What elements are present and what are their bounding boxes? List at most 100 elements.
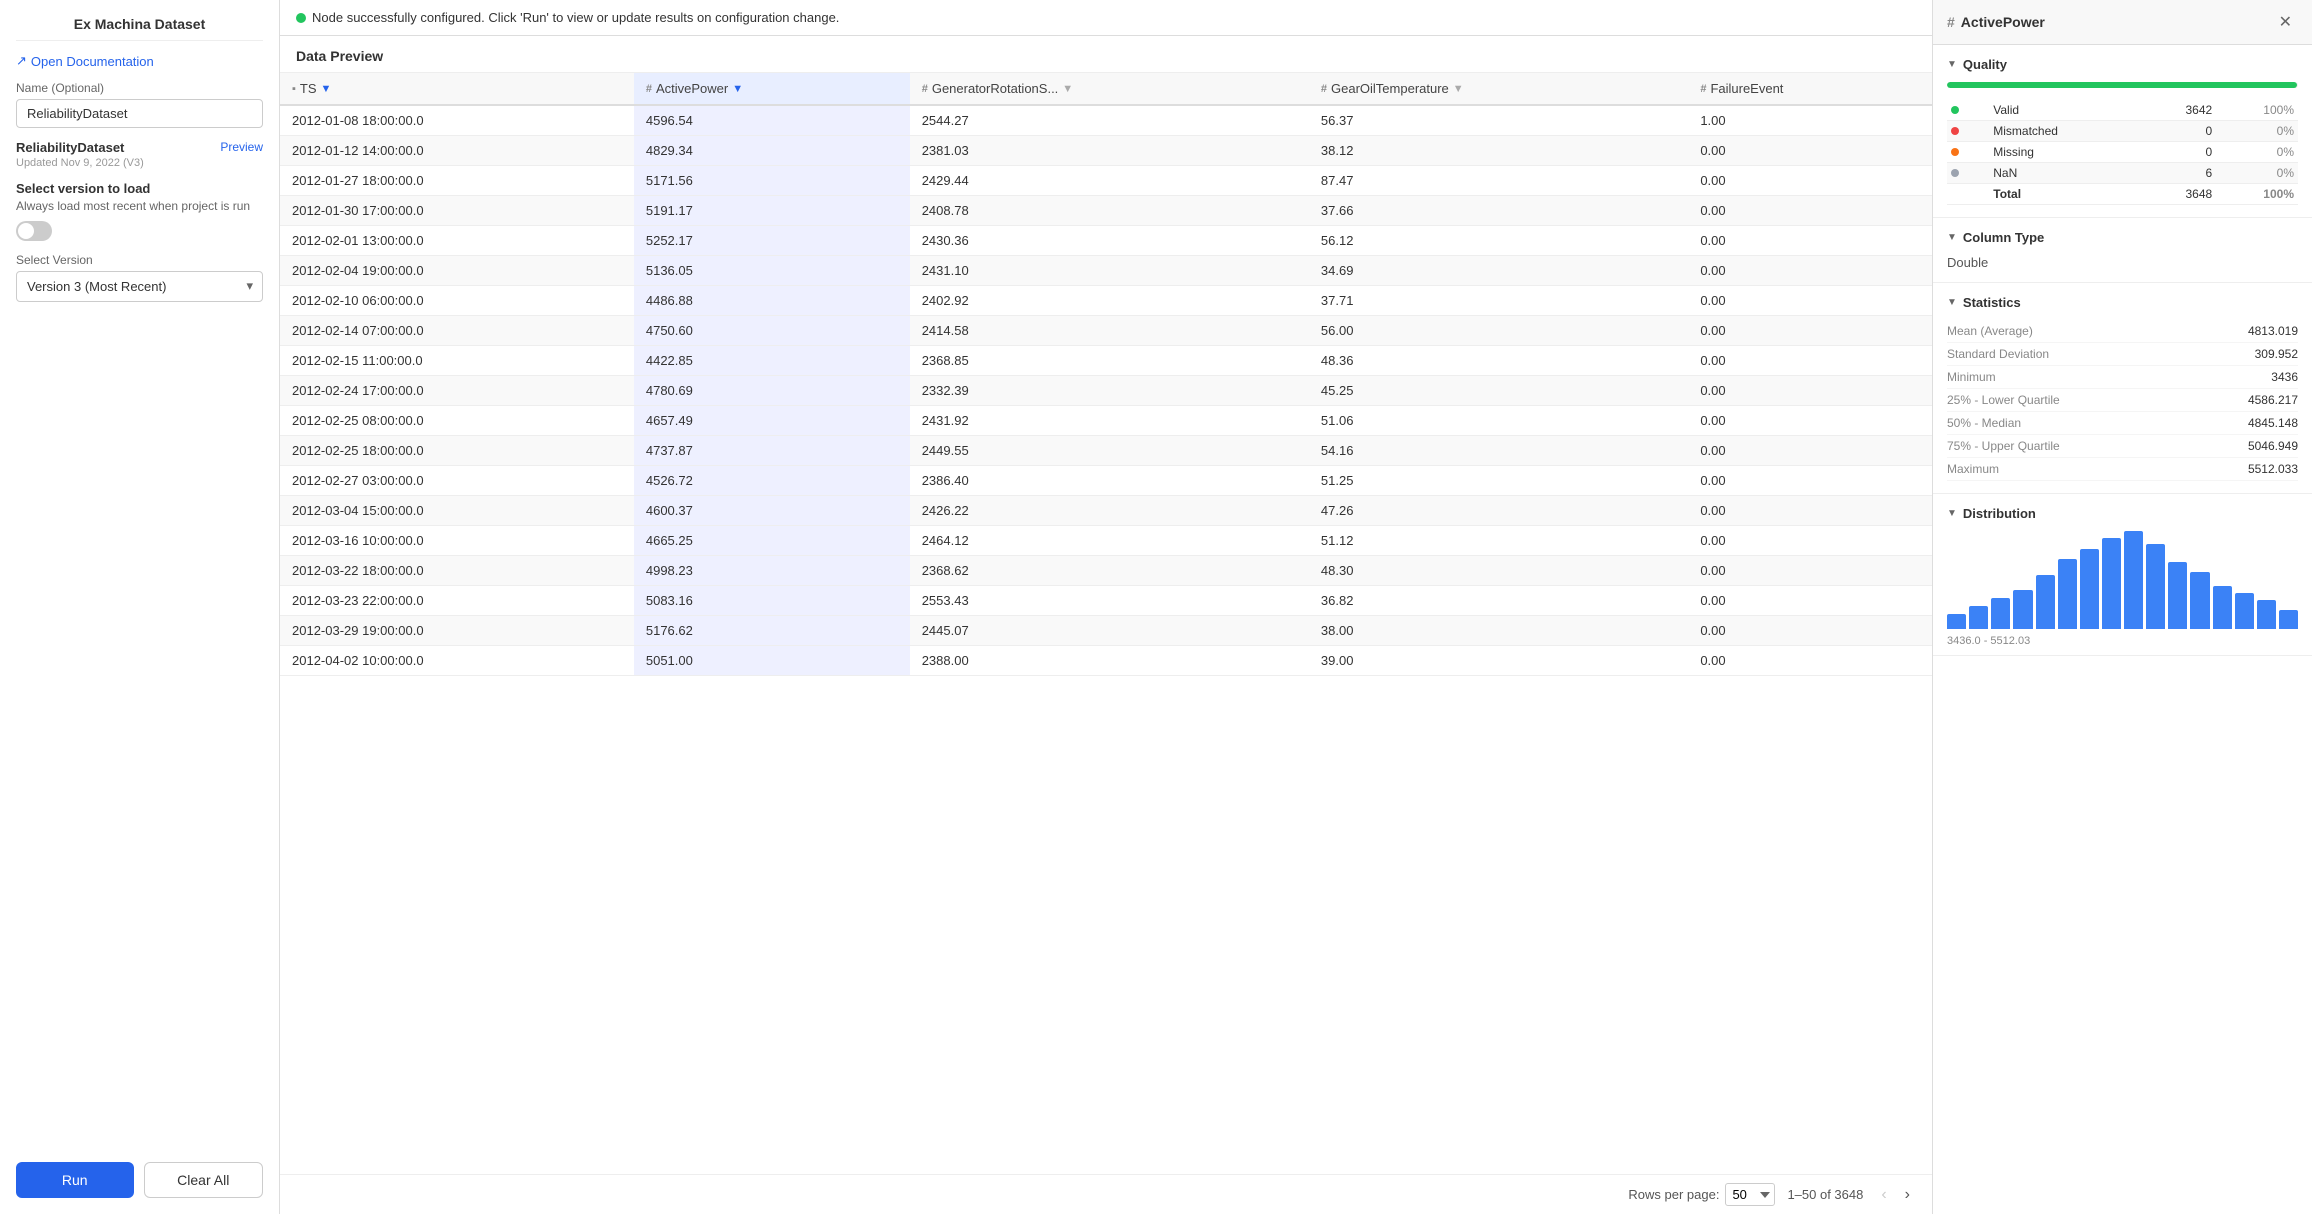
ts-type-icon: ▪ xyxy=(292,83,296,95)
stat-row: Standard Deviation 309.952 xyxy=(1947,343,2298,366)
ts-filter-icon[interactable]: ▼ xyxy=(321,83,332,95)
table-cell: 2012-03-22 18:00:00.0 xyxy=(280,556,634,586)
dist-chevron: ▼ xyxy=(1947,508,1957,519)
table-cell: 4657.49 xyxy=(634,406,910,436)
table-cell: 2012-02-24 17:00:00.0 xyxy=(280,376,634,406)
quality-label: Valid xyxy=(1989,100,2143,121)
stats-chevron: ▼ xyxy=(1947,297,1957,308)
name-input[interactable] xyxy=(16,99,263,128)
column-type-section: ▼ Column Type Double xyxy=(1933,218,2312,283)
table-cell: 5176.62 xyxy=(634,616,910,646)
table-cell: 54.16 xyxy=(1309,436,1688,466)
table-row: 2012-02-24 17:00:00.04780.692332.3945.25… xyxy=(280,376,1932,406)
col-header-ts: ▪ TS ▼ xyxy=(280,73,634,105)
column-name-title: ActivePower xyxy=(1961,14,2045,30)
col-failure-label: FailureEvent xyxy=(1710,81,1783,96)
genrot-filter-icon[interactable]: ▼ xyxy=(1062,83,1073,95)
table-cell: 2012-02-27 03:00:00.0 xyxy=(280,466,634,496)
run-button[interactable]: Run xyxy=(16,1162,134,1198)
table-cell: 2012-03-16 10:00:00.0 xyxy=(280,526,634,556)
data-preview-header: Data Preview xyxy=(280,36,1932,73)
table-wrapper[interactable]: ▪ TS ▼ # ActivePower ▼ xyxy=(280,73,1932,1174)
coltype-chevron: ▼ xyxy=(1947,232,1957,243)
table-cell: 0.00 xyxy=(1688,646,1932,676)
sidebar: Ex Machina Dataset ↗ Open Documentation … xyxy=(0,0,280,1214)
quality-total-pct: 100% xyxy=(2216,184,2298,205)
table-cell: 2429.44 xyxy=(910,166,1309,196)
distribution-section: ▼ Distribution 3436.0 - 5512.03 xyxy=(1933,494,2312,656)
col-header-gearoiltemp: # GearOilTemperature ▼ xyxy=(1309,73,1688,105)
gearoil-filter-icon[interactable]: ▼ xyxy=(1453,83,1464,95)
page-nav: ‹ › xyxy=(1875,1184,1916,1206)
quality-total-label: Total xyxy=(1989,184,2143,205)
table-cell: 2464.12 xyxy=(910,526,1309,556)
distribution-bar xyxy=(2257,600,2276,629)
table-cell: 0.00 xyxy=(1688,376,1932,406)
table-cell: 34.69 xyxy=(1309,256,1688,286)
quality-value: 0 xyxy=(2143,142,2216,163)
table-row: 2012-02-15 11:00:00.04422.852368.8548.36… xyxy=(280,346,1932,376)
table-cell: 56.00 xyxy=(1309,316,1688,346)
table-cell: 38.12 xyxy=(1309,136,1688,166)
table-cell: 4422.85 xyxy=(634,346,910,376)
clear-all-button[interactable]: Clear All xyxy=(144,1162,264,1198)
quality-label: Mismatched xyxy=(1989,121,2143,142)
table-body: 2012-01-08 18:00:00.04596.542544.2756.37… xyxy=(280,105,1932,676)
table-row: 2012-04-02 10:00:00.05051.002388.0039.00… xyxy=(280,646,1932,676)
table-cell: 2012-03-29 19:00:00.0 xyxy=(280,616,634,646)
column-type-title[interactable]: ▼ Column Type xyxy=(1947,230,2298,245)
table-cell: 2431.92 xyxy=(910,406,1309,436)
notification-text: Node successfully configured. Click 'Run… xyxy=(312,10,839,25)
table-cell: 4737.87 xyxy=(634,436,910,466)
table-row: 2012-01-08 18:00:00.04596.542544.2756.37… xyxy=(280,105,1932,136)
version-select[interactable]: Version 3 (Most Recent) Version 2 Versio… xyxy=(16,271,263,302)
toggle-container xyxy=(16,221,263,241)
table-cell: 2012-01-08 18:00:00.0 xyxy=(280,105,634,136)
col-header-activepower: # ActivePower ▼ xyxy=(634,73,910,105)
table-cell: 0.00 xyxy=(1688,526,1932,556)
distribution-bar xyxy=(2013,590,2032,629)
quality-value: 0 xyxy=(2143,121,2216,142)
toggle-switch[interactable] xyxy=(16,221,52,241)
table-row: 2012-02-27 03:00:00.04526.722386.4051.25… xyxy=(280,466,1932,496)
dataset-name-label: ReliabilityDataset xyxy=(16,140,144,155)
version-select-wrapper: Version 3 (Most Recent) Version 2 Versio… xyxy=(16,271,263,302)
distribution-bar xyxy=(2213,586,2232,629)
rows-per-page-select[interactable]: 50 100 25 xyxy=(1725,1183,1775,1206)
table-cell: 2431.10 xyxy=(910,256,1309,286)
table-cell: 56.37 xyxy=(1309,105,1688,136)
dataset-info: ReliabilityDataset Updated Nov 9, 2022 (… xyxy=(16,140,263,169)
quality-dot xyxy=(1951,169,1959,177)
rows-per-page-control: Rows per page: 50 100 25 xyxy=(1628,1183,1775,1206)
table-cell: 5136.05 xyxy=(634,256,910,286)
quality-value: 3642 xyxy=(2143,100,2216,121)
table-cell: 0.00 xyxy=(1688,436,1932,466)
statistics-title[interactable]: ▼ Statistics xyxy=(1947,295,2298,310)
activepower-filter-icon[interactable]: ▼ xyxy=(732,83,743,95)
distribution-bar xyxy=(2279,610,2298,629)
page-info: 1–50 of 3648 xyxy=(1787,1187,1863,1202)
stat-value: 4586.217 xyxy=(2248,393,2298,407)
quality-dot-cell xyxy=(1947,142,1989,163)
table-cell: 5252.17 xyxy=(634,226,910,256)
table-cell: 37.66 xyxy=(1309,196,1688,226)
table-cell: 2012-01-27 18:00:00.0 xyxy=(280,166,634,196)
open-documentation-link[interactable]: ↗ Open Documentation xyxy=(16,53,263,69)
close-panel-button[interactable]: ✕ xyxy=(2273,10,2298,34)
prev-page-button[interactable]: ‹ xyxy=(1875,1184,1892,1206)
next-page-button[interactable]: › xyxy=(1899,1184,1916,1206)
chart-range: 3436.0 - 5512.03 xyxy=(1947,635,2298,647)
distribution-title[interactable]: ▼ Distribution xyxy=(1947,506,2298,521)
table-cell: 2012-03-04 15:00:00.0 xyxy=(280,496,634,526)
table-cell: 4780.69 xyxy=(634,376,910,406)
distribution-bar xyxy=(2058,559,2077,629)
table-cell: 2012-01-12 14:00:00.0 xyxy=(280,136,634,166)
table-cell: 2012-02-15 11:00:00.0 xyxy=(280,346,634,376)
name-field-label: Name (Optional) xyxy=(16,81,263,95)
sidebar-footer: Run Clear All xyxy=(16,1162,263,1198)
preview-link[interactable]: Preview xyxy=(220,140,263,154)
quality-dot-cell xyxy=(1947,121,1989,142)
activepower-type-icon: # xyxy=(646,83,652,95)
quality-section-title[interactable]: ▼ Quality xyxy=(1947,57,2298,72)
distribution-bar xyxy=(2235,593,2254,629)
